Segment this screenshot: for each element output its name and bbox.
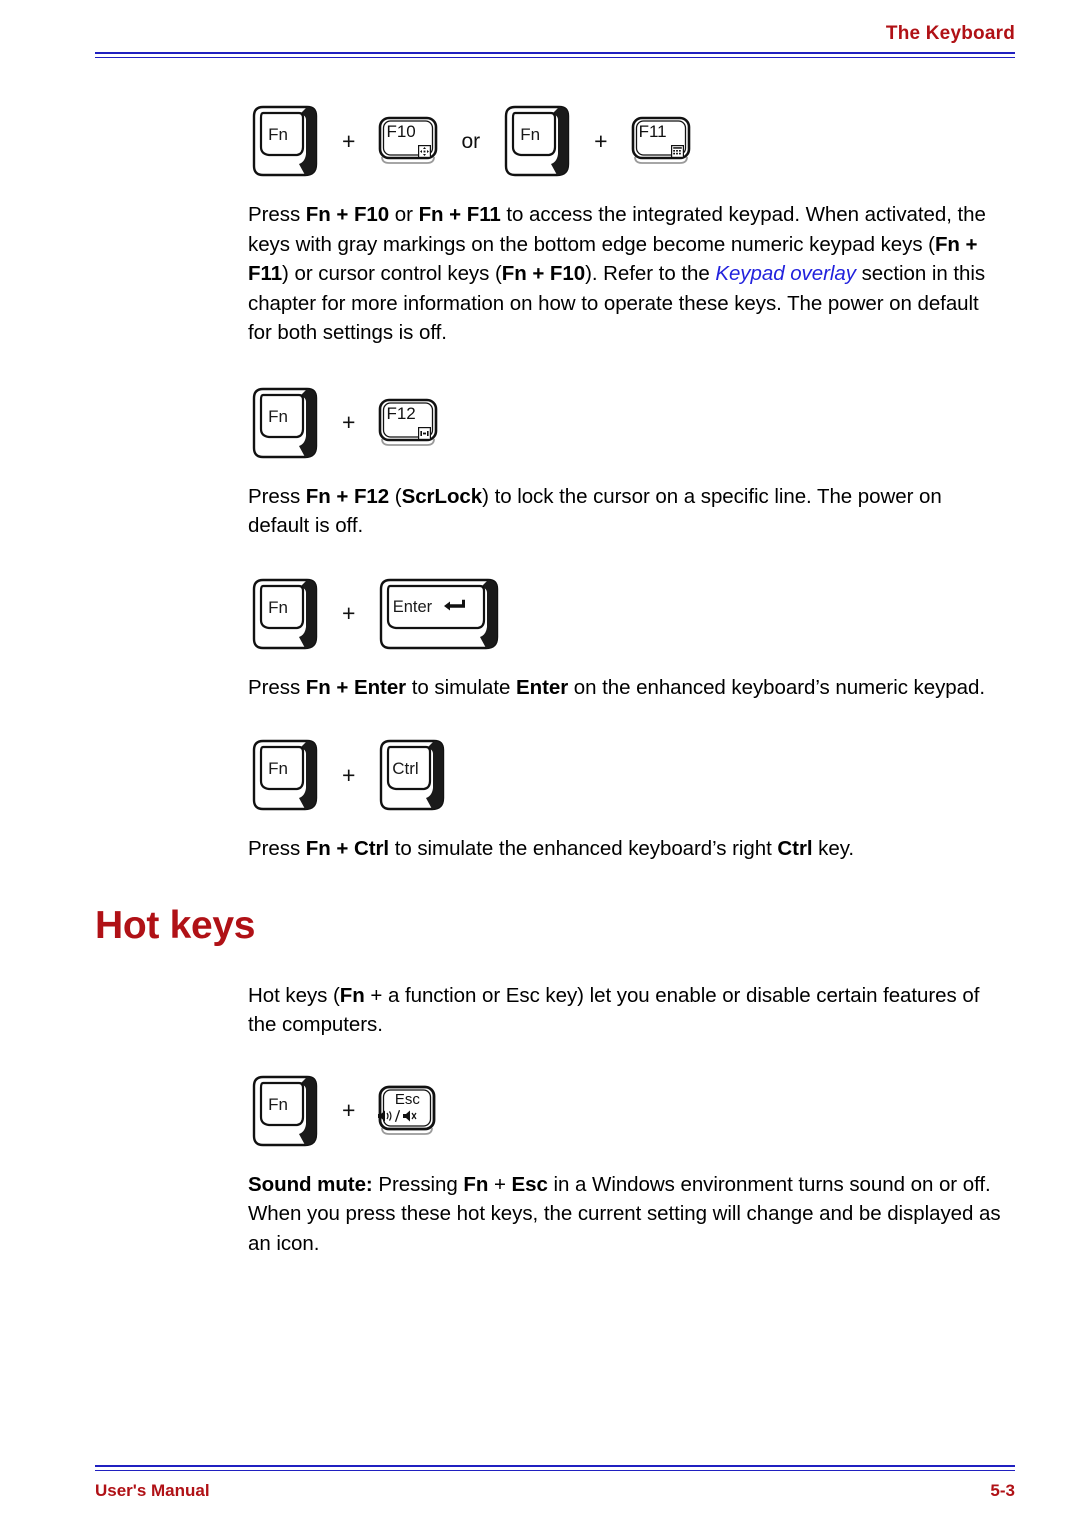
text-bold: Ctrl: [777, 837, 813, 860]
key-label: F12: [386, 403, 416, 423]
key-fn: Fn: [250, 386, 320, 460]
or-separator: or: [461, 129, 481, 153]
text-bold: Fn + Ctrl: [305, 837, 390, 860]
plus-separator: +: [594, 127, 608, 154]
text-bold: ScrLock: [401, 484, 483, 508]
plus-separator: +: [342, 1097, 356, 1123]
paragraph-enter: Press Fn + Enter to simulate Enter on th…: [0, 673, 1080, 703]
key-fn: Fn: [250, 104, 320, 178]
text-run: or: [389, 203, 419, 226]
key-label: F10: [386, 122, 416, 141]
key-figure-fn-f12: Fn + F12: [0, 378, 1080, 468]
footer-manual-label: User's Manual: [95, 1481, 210, 1500]
section-heading-hot-keys: Hot keys: [95, 903, 256, 947]
text-run: +: [488, 1172, 512, 1196]
text-bold: Fn + F10: [501, 262, 586, 285]
key-esc: Esc: [377, 1085, 437, 1137]
key-figure-fn-esc: Fn + Esc: [0, 1066, 1080, 1156]
key-ctrl: Ctrl: [377, 738, 447, 812]
sound-mute-icon: [377, 1109, 437, 1123]
text-run: key.: [812, 837, 855, 860]
text-bold: Fn: [463, 1172, 489, 1196]
text-bold: Fn: [339, 983, 365, 1007]
plus-separator: +: [342, 600, 356, 626]
text-run: Press: [248, 837, 306, 860]
plus-separator: +: [342, 409, 356, 435]
text-run: on the enhanced keyboard’s numeric keypa…: [568, 675, 985, 699]
text-run: to simulate: [406, 675, 516, 699]
plus-separator: +: [342, 127, 356, 154]
text-bold: Fn + F12: [305, 484, 390, 508]
key-figure-fn-f10-f11: Fn + F10 or Fn + F11: [0, 96, 1080, 186]
key-f11: F11: [630, 116, 692, 166]
manual-page: The Keyboard Fn + F10 or Fn + F11 Press …: [0, 0, 1080, 1529]
text-run: Press: [248, 484, 306, 508]
text-bold: Fn + Enter: [305, 675, 407, 699]
key-figure-fn-enter: Fn + Enter: [0, 569, 1080, 659]
text-bold: Fn + F10: [305, 203, 390, 226]
key-fn: Fn: [250, 1074, 320, 1148]
paragraph-hotkeys-intro: Hot keys (Fn + a function or Esc key) le…: [0, 981, 1080, 1040]
page-content: Fn + F10 or Fn + F11 Press Fn + F10 or F…: [0, 96, 1080, 1258]
text-bold: Esc: [511, 1172, 548, 1196]
text-run: Hot keys (: [248, 983, 340, 1007]
text-run: (: [389, 484, 402, 508]
footer-row: User's Manual 5-3: [95, 1481, 1015, 1501]
header-title: The Keyboard: [885, 23, 1015, 44]
key-figure-fn-ctrl: Fn + Ctrl: [0, 730, 1080, 820]
footer-page-number: 5-3: [990, 1481, 1015, 1500]
key-fn: Fn: [502, 104, 572, 178]
key-label: Esc: [394, 1090, 420, 1108]
cursor-control-icon: [418, 145, 432, 158]
page-footer: User's Manual 5-3: [95, 1465, 1015, 1501]
key-f12: F12: [377, 398, 439, 448]
numeric-keypad-icon: [670, 145, 684, 158]
text-bold: Sound mute:: [248, 1172, 373, 1196]
text-run: ) or cursor control keys (: [282, 262, 502, 285]
text-run: Pressing: [372, 1172, 464, 1196]
cross-reference-link[interactable]: Keypad overlay: [715, 262, 856, 285]
paragraph-keypad-access: Press Fn + F10 or Fn + F11 to access the…: [0, 200, 1080, 348]
key-fn: Fn: [250, 738, 320, 812]
plus-separator: +: [342, 761, 356, 788]
key-label: F11: [638, 122, 667, 141]
scroll-lock-icon: [418, 426, 432, 440]
page-header: The Keyboard: [95, 24, 1015, 58]
footer-rule: [95, 1465, 1015, 1471]
text-bold: Enter: [515, 675, 569, 699]
text-run: Press: [248, 203, 306, 226]
paragraph-sound-mute: Sound mute: Pressing Fn + Esc in a Windo…: [0, 1170, 1080, 1259]
key-f10: F10: [377, 116, 439, 166]
key-fn: Fn: [250, 577, 320, 651]
key-enter: Enter: [377, 577, 501, 651]
text-run: ). Refer to the: [585, 262, 716, 285]
text-run: to simulate the enhanced keyboard’s righ…: [389, 837, 778, 860]
header-rule: [95, 52, 1015, 58]
text-run: Press: [248, 675, 306, 699]
paragraph-scrlock: Press Fn + F12 (ScrLock) to lock the cur…: [0, 482, 1080, 541]
paragraph-ctrl: Press Fn + Ctrl to simulate the enhanced…: [0, 834, 1080, 864]
text-bold: Fn + F11: [418, 203, 501, 226]
